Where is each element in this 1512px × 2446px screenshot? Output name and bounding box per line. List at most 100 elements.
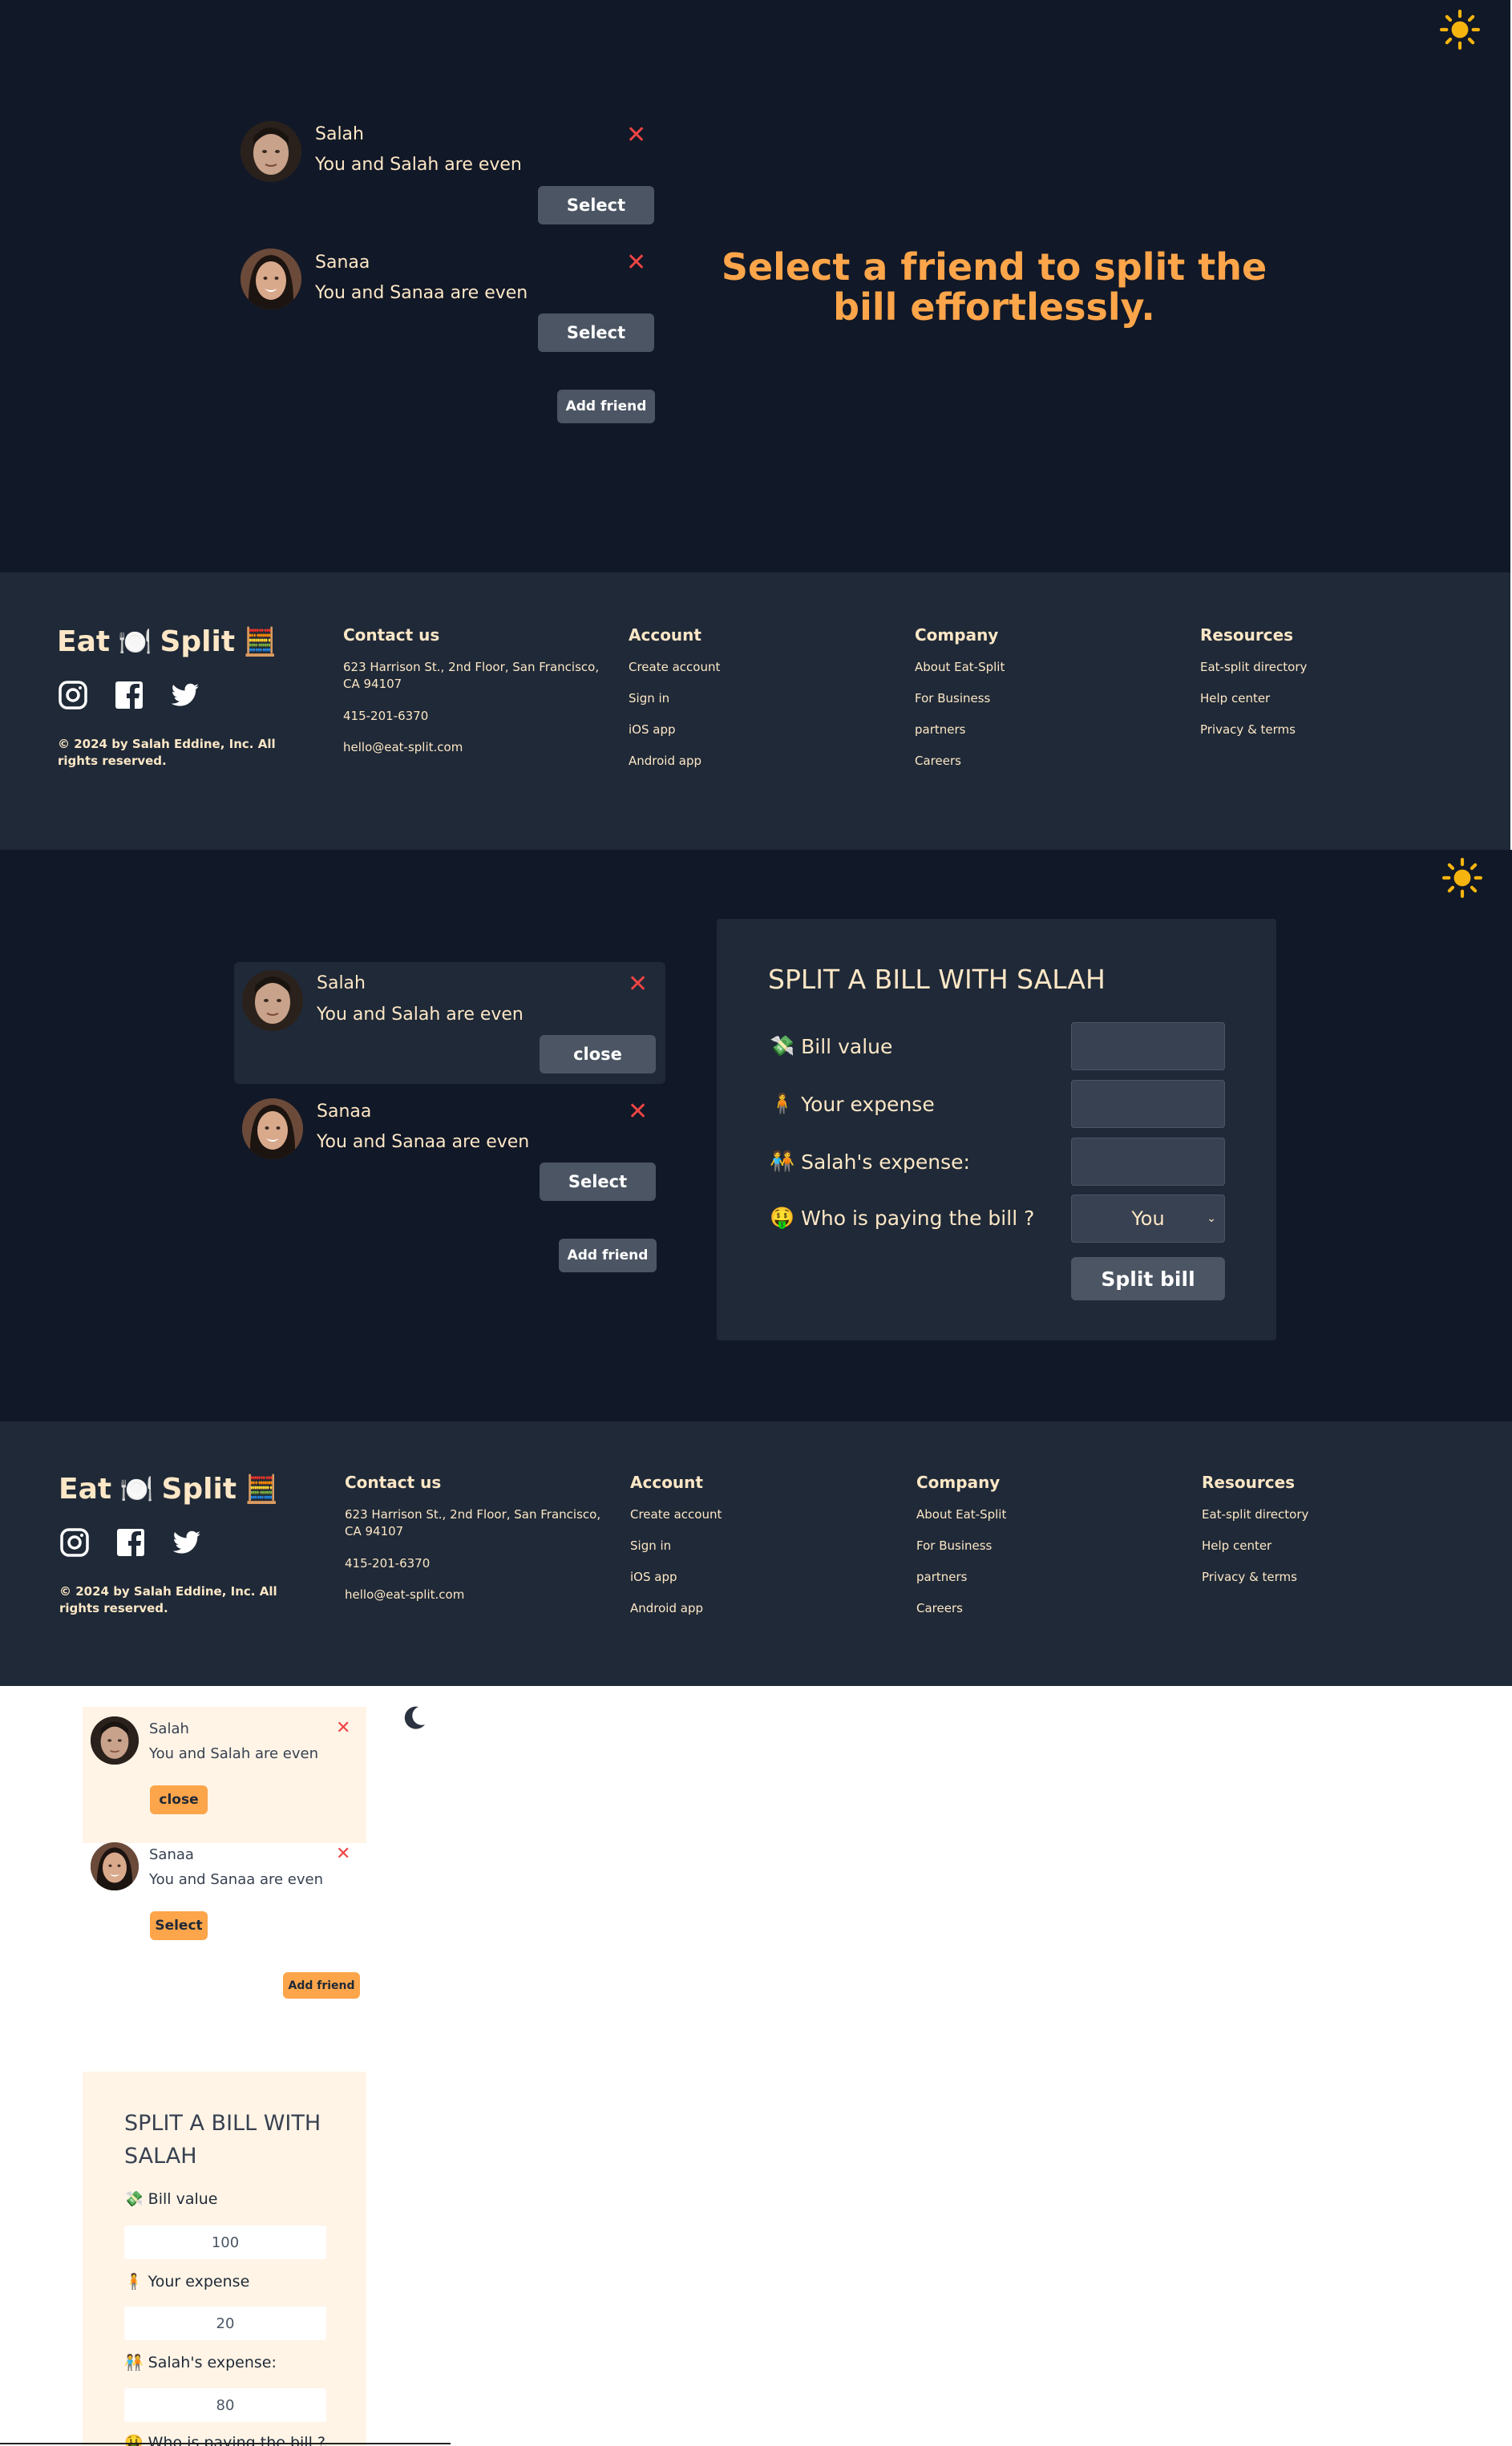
- select-button[interactable]: Select: [540, 1162, 656, 1201]
- footer-link[interactable]: iOS app: [629, 722, 720, 738]
- sun-icon: [1440, 10, 1480, 50]
- split-bill-button[interactable]: Split bill: [1071, 1257, 1225, 1300]
- company-column: Company About Eat-Split For Business par…: [915, 625, 1005, 770]
- remove-friend-icon[interactable]: ✕: [628, 1100, 648, 1124]
- form-title: SPLIT A BILL WITH SALAH: [124, 2111, 321, 2169]
- payer-label: 🤑 Who is paying the bill ?: [770, 1206, 1035, 1230]
- email[interactable]: hello@eat-split.com: [345, 1587, 601, 1603]
- your-expense-label: 🧍 Your expense: [770, 1092, 935, 1116]
- footer-link[interactable]: partners: [915, 722, 1005, 738]
- footer-link[interactable]: Help center: [1202, 1538, 1308, 1555]
- remove-friend-icon[interactable]: ✕: [336, 1720, 350, 1737]
- friend-expense-label: 🧑‍🤝‍🧑 Salah's expense:: [770, 1150, 970, 1174]
- footer-link[interactable]: Android app: [630, 1600, 722, 1617]
- friend-name: Salah: [149, 1720, 189, 1737]
- select-button[interactable]: Select: [150, 1911, 208, 1940]
- contact-column: Contact us 623 Harrison St., 2nd Floor, …: [345, 1473, 601, 1603]
- footer-link[interactable]: Eat-split directory: [1202, 1506, 1308, 1523]
- avatar: [242, 1098, 303, 1159]
- friend-expense-label: 🧑‍🤝‍🧑 Salah's expense:: [124, 2353, 277, 2372]
- footer-link[interactable]: partners: [916, 1569, 1006, 1586]
- your-expense-input[interactable]: [1071, 1080, 1225, 1128]
- select-button[interactable]: Select: [538, 313, 654, 352]
- select-button[interactable]: Select: [538, 186, 654, 224]
- avatar: [91, 1716, 139, 1765]
- facebook-icon[interactable]: [115, 1527, 146, 1558]
- close-button[interactable]: close: [150, 1785, 208, 1814]
- friend-expense-input[interactable]: [1071, 1138, 1225, 1186]
- footer-link[interactable]: Sign in: [629, 690, 720, 707]
- footer-link[interactable]: Careers: [915, 753, 1005, 770]
- plate-icon: 🍽️: [119, 1473, 154, 1506]
- contact-column: Contact us 623 Harrison St., 2nd Floor, …: [343, 625, 600, 756]
- footer-link[interactable]: Sign in: [630, 1538, 722, 1555]
- twitter-icon[interactable]: [170, 680, 200, 710]
- remove-friend-icon[interactable]: ✕: [336, 1846, 350, 1863]
- logo-text-eat: Eat: [57, 625, 111, 658]
- friend-name: Salah: [315, 124, 364, 144]
- twitter-icon[interactable]: [172, 1527, 202, 1558]
- company-column: Company About Eat-Split For Business par…: [916, 1473, 1006, 1617]
- phone[interactable]: 415-201-6370: [345, 1555, 601, 1572]
- theme-toggle[interactable]: [1440, 10, 1480, 50]
- social-links: [58, 680, 200, 710]
- chevron-down-icon: ⌄: [1207, 1212, 1216, 1225]
- friend-name: Sanaa: [149, 1846, 194, 1863]
- theme-toggle[interactable]: [1442, 858, 1482, 898]
- email[interactable]: hello@eat-split.com: [343, 739, 600, 756]
- footer-link[interactable]: Android app: [629, 753, 720, 770]
- add-friend-button[interactable]: Add friend: [557, 390, 655, 423]
- remove-friend-icon[interactable]: ✕: [626, 123, 646, 148]
- friend-balance: You and Sanaa are even: [149, 1871, 324, 1888]
- your-expense-label: 🧍 Your expense: [124, 2272, 250, 2291]
- copyright: © 2024 by Salah Eddine, Inc. All rights …: [58, 737, 276, 768]
- footer-link[interactable]: Privacy & terms: [1202, 1569, 1308, 1586]
- remove-friend-icon[interactable]: ✕: [628, 972, 648, 997]
- company-heading: Company: [916, 1473, 1001, 1492]
- footer-link[interactable]: For Business: [916, 1538, 1006, 1555]
- facebook-icon[interactable]: [114, 680, 144, 710]
- footer-link[interactable]: For Business: [915, 690, 1005, 707]
- avatar: [242, 970, 303, 1031]
- friend-name: Sanaa: [315, 253, 370, 273]
- footer-link[interactable]: Careers: [916, 1600, 1006, 1617]
- resources-heading: Resources: [1200, 625, 1294, 645]
- friend-balance: You and Salah are even: [149, 1745, 318, 1762]
- friend-balance: You and Sanaa are even: [315, 283, 528, 303]
- bill-value-input[interactable]: 100: [124, 2226, 326, 2259]
- instagram-icon[interactable]: [58, 680, 88, 710]
- theme-toggle[interactable]: [401, 1704, 428, 1731]
- bill-value-input[interactable]: [1071, 1022, 1225, 1070]
- add-friend-button[interactable]: Add friend: [283, 1972, 360, 1999]
- logo-text-eat: Eat: [59, 1473, 112, 1506]
- footer-link[interactable]: iOS app: [630, 1569, 722, 1586]
- footer-link[interactable]: Help center: [1200, 690, 1307, 707]
- footer-link[interactable]: Create account: [630, 1506, 722, 1523]
- friend-balance: You and Salah are even: [315, 155, 522, 175]
- footer-link[interactable]: About Eat-Split: [916, 1506, 1006, 1523]
- headline: Select a friend to split the bill effort…: [721, 245, 1267, 329]
- money-face-icon: 🤑: [770, 1206, 795, 1229]
- footer-link[interactable]: Create account: [629, 659, 720, 676]
- instagram-icon[interactable]: [59, 1527, 90, 1558]
- close-button[interactable]: close: [540, 1035, 656, 1073]
- footer: Eat 🍽️ Split 🧮 © 2024 by Salah Eddine, I…: [0, 572, 1510, 850]
- resources-column: Resources Eat-split directory Help cente…: [1200, 625, 1307, 738]
- phone[interactable]: 415-201-6370: [343, 708, 600, 725]
- account-column: Account Create account Sign in iOS app A…: [630, 1473, 722, 1617]
- remove-friend-icon[interactable]: ✕: [626, 251, 646, 275]
- divider: [0, 2443, 451, 2444]
- friend-expense-input[interactable]: 80: [124, 2388, 326, 2422]
- resources-heading: Resources: [1202, 1473, 1296, 1492]
- address: 623 Harrison St., 2nd Floor, San Francis…: [343, 660, 600, 691]
- friend-name: Salah: [317, 973, 366, 993]
- footer-link[interactable]: Privacy & terms: [1200, 722, 1307, 738]
- footer-link[interactable]: About Eat-Split: [915, 659, 1005, 676]
- avatar: [91, 1842, 139, 1890]
- payer-select[interactable]: You ⌄: [1071, 1195, 1225, 1243]
- screen-1: Salah You and Salah are even ✕ Select Sa…: [0, 0, 1510, 572]
- add-friend-button[interactable]: Add friend: [559, 1239, 657, 1272]
- your-expense-input[interactable]: 20: [124, 2307, 326, 2340]
- footer-link[interactable]: Eat-split directory: [1200, 659, 1307, 676]
- form-title: SPLIT A BILL WITH SALAH: [768, 964, 1106, 995]
